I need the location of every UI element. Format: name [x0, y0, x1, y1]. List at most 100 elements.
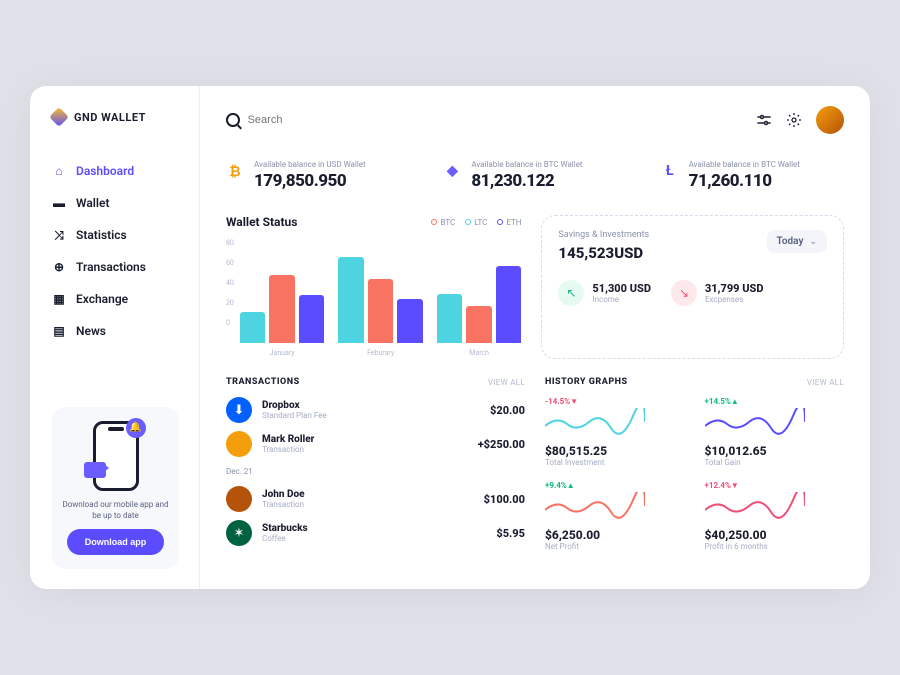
bar [269, 275, 295, 343]
sidebar-item-wallet[interactable]: ▬ Wallet [52, 188, 199, 218]
balance-value: 179,850.950 [254, 171, 366, 191]
transaction-sub: Standard Plan Fee [262, 411, 327, 420]
logo: GND WALLET [52, 110, 199, 124]
wallet-status-chart: 806040200 JanuaryFeburaryMarch [226, 239, 521, 359]
period-select[interactable]: Today ⌄ [767, 230, 828, 253]
sidebar-label: Transactions [76, 260, 146, 274]
globe-icon: ⊕ [52, 260, 66, 274]
bar [240, 312, 266, 343]
bar [466, 306, 492, 343]
history-item: +9.4%▲$6,250.00Net Profit [545, 481, 685, 551]
legend-dot-eth [497, 219, 503, 225]
store-icon: ▦ [52, 292, 66, 306]
balance-usd: ₿ Available balance in USD Wallet 179,85… [226, 160, 409, 191]
history-label: Net Profit [545, 542, 685, 551]
x-axis-label: March [469, 349, 489, 357]
search-input[interactable] [248, 114, 742, 126]
history-change: +12.4%▼ [705, 481, 845, 490]
sidebar-label: Statistics [76, 228, 127, 242]
user-avatar[interactable] [816, 106, 844, 134]
x-axis-label: January [270, 349, 295, 357]
arrow-up-left-icon: ↖ [558, 280, 584, 306]
history-value: $40,250.00 [705, 528, 845, 542]
arrow-down-right-icon: ↘ [671, 280, 697, 306]
sparkline [705, 408, 805, 436]
balance-value: 71,260.110 [689, 171, 800, 191]
bars-area: JanuaryFeburaryMarch [240, 239, 522, 343]
transactions-card: TRANSACTIONS VIEW ALL ⬇DropboxStandard P… [226, 377, 525, 551]
bar [437, 294, 463, 344]
history-title: HISTORY GRAPHS [545, 377, 628, 387]
transaction-name: Starbucks [262, 523, 308, 534]
history-card: HISTORY GRAPHS VIEW ALL -14.5%▼ $80,515.2… [545, 377, 844, 551]
promo-card: 🔔 Download our mobile app and be up to d… [52, 407, 179, 569]
wallet-status-card: Wallet Status BTC LTC ETH 806040200 Janu… [226, 215, 521, 359]
expenses-value: 31,799 USD [705, 282, 764, 295]
income-stat: ↖ 51,300 USD Income [558, 280, 651, 306]
savings-label: Savings & Investments [558, 230, 649, 240]
transactions-view-all[interactable]: VIEW ALL [488, 378, 525, 387]
transaction-row[interactable]: Mark RollerTransaction+$250.00 [226, 431, 525, 457]
sidebar-item-dashboard[interactable]: ⌂ Dashboard [52, 156, 199, 186]
history-value: $80,515.25 [545, 444, 685, 458]
chevron-down-icon: ⌄ [809, 237, 817, 247]
merchant-icon [226, 431, 252, 457]
bar [368, 279, 394, 343]
bar [496, 266, 522, 343]
brand-name: GND WALLET [74, 111, 146, 124]
savings-value: 145,523USD [558, 244, 649, 262]
history-item: +14.5%▲$10,012.65Total Gain [705, 397, 845, 467]
topbar [226, 106, 844, 134]
history-label: Total Investment [545, 458, 685, 467]
download-app-button[interactable]: Download app [67, 529, 165, 555]
balance-btc: ◆ Available balance in BTC Wallet 81,230… [443, 160, 626, 191]
history-value: $10,012.65 [705, 444, 845, 458]
history-change: -14.5%▼ [545, 397, 685, 406]
history-view-all[interactable]: VIEW ALL [807, 378, 844, 387]
sidebar-label: Exchange [76, 292, 128, 306]
income-label: Income [592, 295, 651, 304]
shuffle-icon: ⤨ [52, 228, 66, 242]
transaction-sub: Coffee [262, 534, 308, 543]
sidebar-item-transactions[interactable]: ⊕ Transactions [52, 252, 199, 282]
home-icon: ⌂ [52, 164, 66, 178]
balances-row: ₿ Available balance in USD Wallet 179,85… [226, 160, 844, 191]
bar [299, 295, 325, 343]
transaction-name: Dropbox [262, 400, 327, 411]
transaction-amount: +$250.00 [478, 438, 525, 451]
month-group: January [240, 255, 325, 343]
sidebar-label: Wallet [76, 196, 110, 210]
merchant-icon: ✶ [226, 520, 252, 546]
transaction-row[interactable]: ⬇DropboxStandard Plan Fee$20.00 [226, 397, 525, 423]
expenses-stat: ↘ 31,799 USD Excpenses [671, 280, 764, 306]
month-group: March [437, 255, 522, 343]
search [226, 113, 742, 127]
transaction-date: Dec. 21 [226, 467, 525, 476]
filter-icon[interactable] [756, 112, 772, 128]
merchant-icon: ⬇ [226, 397, 252, 423]
chart-title: Wallet Status [226, 215, 297, 229]
bitcoin-icon: ₿ [226, 162, 244, 180]
history-label: Profit in 6 months [705, 542, 845, 551]
history-item: +12.4%▼ $40,250.00Profit in 6 months [705, 481, 845, 551]
news-icon: ▤ [52, 324, 66, 338]
app-shell: GND WALLET ⌂ Dashboard ▬ Wallet ⤨ Statistic… [30, 86, 870, 589]
history-item: -14.5%▼ $80,515.25Total Investment [545, 397, 685, 467]
history-label: Total Gain [705, 458, 845, 467]
promo-text: Download our mobile app and be up to dat… [62, 499, 169, 521]
sidebar-label: Dashboard [76, 164, 134, 178]
transaction-row[interactable]: John DoeTransaction$100.00 [226, 486, 525, 512]
settings-icon[interactable] [786, 112, 802, 128]
sidebar-item-exchange[interactable]: ▦ Exchange [52, 284, 199, 314]
sidebar-nav: ⌂ Dashboard ▬ Wallet ⤨ Statistics ⊕ Transact… [52, 156, 199, 346]
savings-card: Savings & Investments 145,523USD Today ⌄… [541, 215, 844, 359]
sidebar-item-news[interactable]: ▤ News [52, 316, 199, 346]
transaction-row[interactable]: ✶StarbucksCoffee$5.95 [226, 520, 525, 546]
sidebar-item-statistics[interactable]: ⤨ Statistics [52, 220, 199, 250]
message-icon [84, 462, 106, 478]
wallet-icon: ▬ [52, 196, 66, 210]
expenses-label: Excpenses [705, 295, 764, 304]
chart-legend: BTC LTC ETH [431, 218, 521, 227]
transaction-sub: Transaction [262, 500, 305, 509]
sidebar-label: News [76, 324, 106, 338]
